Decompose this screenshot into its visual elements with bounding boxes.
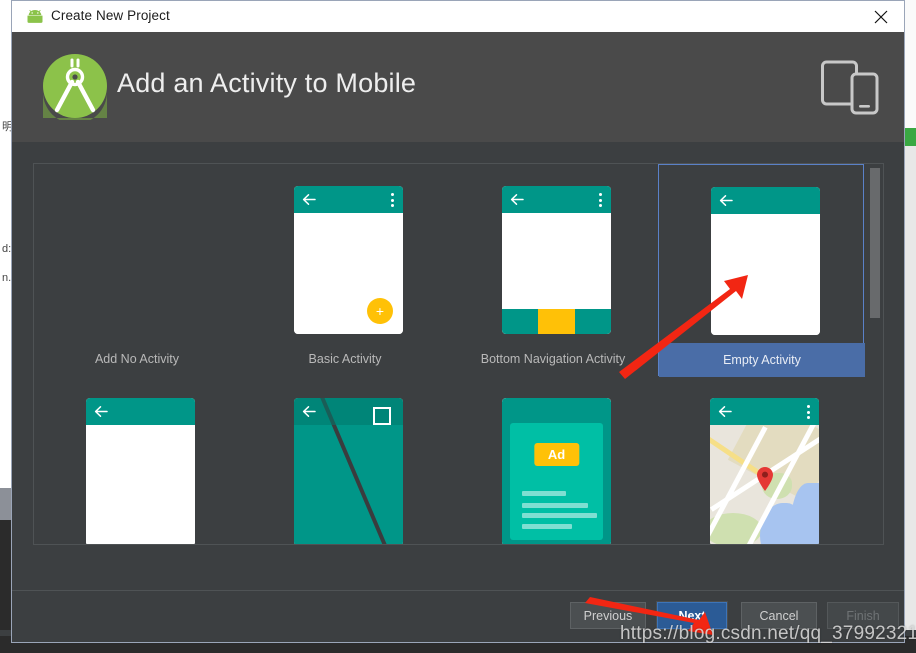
template-thumb-whitecard bbox=[34, 376, 240, 544]
phone-mockup bbox=[710, 398, 819, 544]
background-glyph-2: d: bbox=[2, 243, 12, 255]
watermark: https://blog.csdn.net/qq_37992321 bbox=[620, 623, 916, 644]
template-thumb-none bbox=[34, 164, 240, 342]
dialog-titlebar: Create New Project bbox=[12, 1, 904, 32]
android-robot-icon bbox=[25, 9, 45, 24]
bottom-navigation-bar bbox=[502, 309, 611, 334]
phone-canvas bbox=[711, 214, 820, 335]
template-card-row2-1[interactable] bbox=[34, 376, 240, 544]
close-icon bbox=[874, 10, 888, 24]
back-arrow-icon bbox=[94, 405, 108, 418]
background-right-grey bbox=[905, 146, 916, 630]
phone-mockup bbox=[502, 186, 611, 334]
close-button[interactable] bbox=[858, 1, 904, 32]
ad-text-line bbox=[522, 513, 597, 518]
map-canvas bbox=[710, 425, 819, 544]
back-arrow-icon bbox=[510, 193, 524, 206]
phone-canvas bbox=[86, 425, 195, 544]
dialog-title: Create New Project bbox=[51, 8, 170, 23]
phone-mockup: + bbox=[294, 186, 403, 334]
back-arrow-icon bbox=[719, 194, 733, 207]
phone-appbar bbox=[710, 398, 819, 425]
next-button-label: Next bbox=[678, 608, 706, 623]
template-card-bottom-navigation-activity[interactable]: Bottom Navigation Activity bbox=[450, 164, 656, 376]
back-arrow-icon bbox=[302, 193, 316, 206]
background-right-green-marker bbox=[905, 128, 916, 146]
template-card-fullscreen-activity[interactable] bbox=[242, 376, 448, 544]
phone-appbar bbox=[294, 186, 403, 213]
ad-card-inner: Ad bbox=[510, 423, 603, 540]
page-title: Add an Activity to Mobile bbox=[117, 68, 417, 98]
phone-mockup: Ad bbox=[502, 398, 611, 544]
template-card-admob-ads-activity[interactable]: Ad bbox=[450, 376, 656, 544]
template-card-empty-activity[interactable]: Empty Activity bbox=[658, 164, 865, 377]
ad-text-line bbox=[522, 503, 588, 508]
background-right-white bbox=[905, 0, 916, 128]
fullscreen-expand-icon bbox=[373, 407, 391, 425]
template-label: Basic Activity bbox=[308, 352, 382, 366]
overflow-menu-icon bbox=[807, 405, 810, 419]
android-studio-logo bbox=[41, 52, 109, 124]
template-label: Add No Activity bbox=[94, 352, 180, 366]
template-thumb-empty bbox=[659, 165, 865, 343]
phone-mockup bbox=[711, 187, 820, 335]
phone-appbar bbox=[86, 398, 195, 425]
map-pin-icon bbox=[756, 467, 774, 491]
activity-template-grid: Add No Activity + Basic Activity Bottom … bbox=[34, 164, 868, 544]
ad-badge: Ad bbox=[533, 443, 580, 466]
phone-appbar bbox=[711, 187, 820, 214]
previous-button-label: Previous bbox=[583, 608, 633, 623]
template-thumb-ads: Ad bbox=[450, 376, 656, 544]
activity-template-gallery[interactable]: Add No Activity + Basic Activity Bottom … bbox=[33, 163, 884, 545]
ad-text-line bbox=[522, 491, 566, 496]
screen-root: 明 d: n. > Create New Project bbox=[0, 0, 916, 653]
overflow-menu-icon bbox=[391, 193, 394, 207]
dialog-header: Add an Activity to Mobile bbox=[12, 32, 904, 142]
phone-appbar bbox=[502, 186, 611, 213]
phone-mockup bbox=[86, 398, 195, 544]
overflow-menu-icon bbox=[599, 193, 602, 207]
dialog-body: Add No Activity + Basic Activity Bottom … bbox=[12, 142, 904, 590]
ad-text-line bbox=[522, 524, 572, 529]
floating-action-button-icon: + bbox=[367, 298, 393, 324]
fullscreen-canvas bbox=[294, 398, 403, 544]
tablet-phone-icon bbox=[821, 60, 879, 115]
template-thumb-fullscreen bbox=[242, 376, 448, 544]
gallery-scrollbar[interactable] bbox=[869, 165, 882, 543]
back-arrow-icon bbox=[718, 405, 732, 418]
template-card-basic-activity[interactable]: + Basic Activity bbox=[242, 164, 448, 376]
ad-card-outer: Ad bbox=[502, 398, 611, 544]
cancel-button-label: Cancel bbox=[759, 608, 799, 623]
template-label: Empty Activity bbox=[659, 343, 865, 377]
gallery-scrollbar-thumb[interactable] bbox=[870, 168, 880, 318]
template-thumb-basic: + bbox=[242, 164, 448, 342]
template-thumb-bottomnav bbox=[450, 164, 656, 342]
template-card-add-no-activity[interactable]: Add No Activity bbox=[34, 164, 240, 376]
back-arrow-icon bbox=[302, 405, 316, 418]
template-label: Bottom Navigation Activity bbox=[480, 352, 626, 366]
template-card-google-maps-activity[interactable] bbox=[658, 376, 864, 544]
finish-button-label: Finish bbox=[846, 608, 880, 623]
template-thumb-maps bbox=[658, 376, 864, 544]
background-glyph-3: n. bbox=[2, 272, 12, 284]
create-new-project-dialog: Create New Project Add an Activity to Mo… bbox=[11, 0, 905, 643]
phone-mockup bbox=[294, 398, 403, 544]
